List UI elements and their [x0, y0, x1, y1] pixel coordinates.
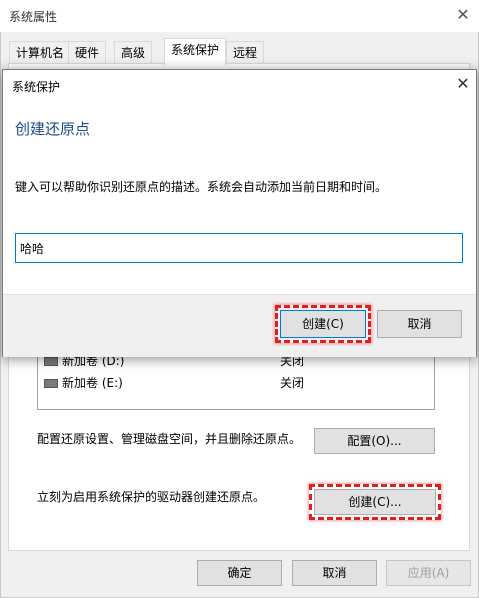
cancel-button[interactable]: 取消 [292, 560, 377, 586]
tab-system-protection[interactable]: 系统保护 [164, 38, 227, 65]
outer-window-title: 系统属性 [9, 10, 58, 24]
dialog-heading: 创建还原点 [15, 120, 91, 138]
tab-advanced[interactable]: 高级 [114, 41, 153, 64]
apply-button[interactable]: 应用(A) [386, 560, 471, 586]
dialog-footer: 创建(C) 取消 [3, 294, 476, 357]
list-item[interactable]: 新加卷 (E:) [44, 373, 123, 393]
drive-name: 新加卷 (E:) [62, 376, 123, 390]
create-restore-point-dialog: 系统保护 ✕ 创建还原点 键入可以帮助你识别还原点的描述。系统会自动添加当前日期… [2, 69, 477, 357]
dialog-cancel-button[interactable]: 取消 [377, 310, 462, 338]
create-button[interactable]: 创建(C)... [314, 489, 436, 515]
outer-titlebar [0, 0, 479, 32]
drive-icon [44, 379, 58, 388]
dialog-description: 键入可以帮助你识别还原点的描述。系统会自动添加当前日期和时间。 [15, 180, 388, 194]
drive-icon [44, 357, 58, 366]
dialog-title: 系统保护 [12, 80, 61, 94]
drive-protection-status: 关闭 [280, 376, 305, 390]
dialog-close-icon[interactable]: ✕ [453, 74, 473, 94]
tab-remote[interactable]: 远程 [226, 41, 265, 64]
dialog-create-button[interactable]: 创建(C) [280, 310, 366, 338]
outer-close-icon[interactable]: ✕ [452, 3, 474, 27]
restore-point-name-input[interactable] [15, 233, 463, 263]
configure-button[interactable]: 配置(O)... [314, 428, 435, 454]
configure-description: 配置还原设置、管理磁盘空间，并且删除还原点。 [37, 432, 302, 446]
tab-hardware[interactable]: 硬件 [68, 41, 107, 64]
ok-button[interactable]: 确定 [197, 560, 282, 586]
create-description: 立刻为启用系统保护的驱动器创建还原点。 [37, 490, 266, 504]
tab-computer-name[interactable]: 计算机名 [9, 41, 72, 64]
